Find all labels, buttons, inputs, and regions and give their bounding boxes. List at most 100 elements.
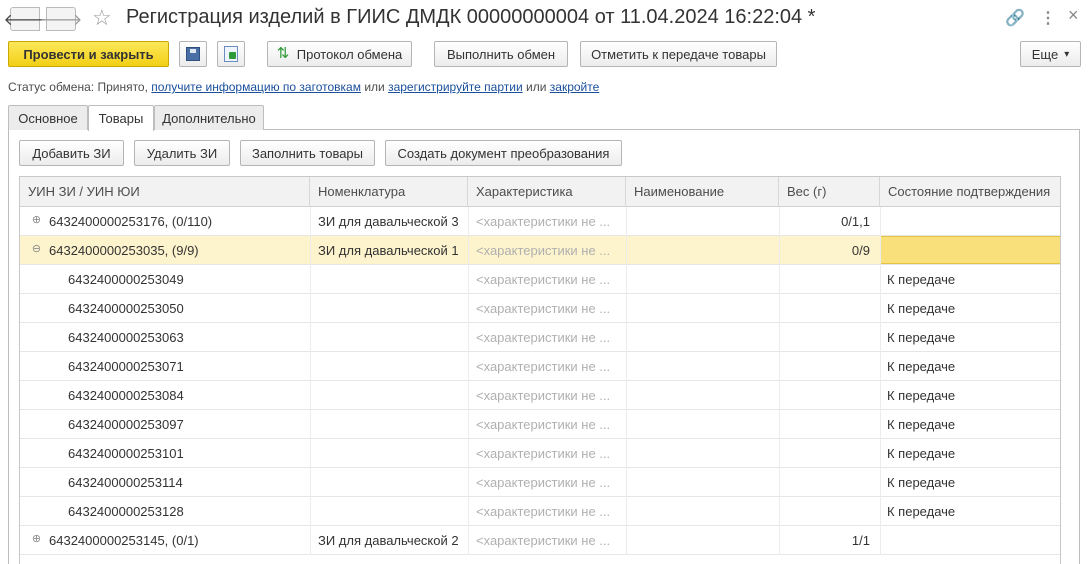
favorite-star-icon[interactable]: ☆ — [92, 5, 112, 31]
post-and-close-button[interactable]: Провести и закрыть — [8, 41, 169, 67]
column-header-nomenclature[interactable]: Номенклатура — [310, 177, 468, 207]
cell-confirmation-status: К передаче — [887, 504, 956, 519]
register-batches-link[interactable]: зарегистрируйте партии — [388, 80, 523, 94]
column-header-name[interactable]: Наименование — [626, 177, 779, 207]
cell-uin: 6432400000253101 — [68, 446, 184, 461]
cell-name — [634, 236, 774, 265]
cell-confirmation-status: К передаче — [887, 301, 956, 316]
table-row[interactable]: 6432400000253063 <характеристики не ... К … — [20, 323, 1060, 352]
column-header-confirmation-status[interactable]: Состояние подтверждения — [880, 177, 1060, 207]
column-divider — [468, 294, 469, 323]
get-blanks-info-link[interactable]: получите информацию по заготовкам — [151, 80, 361, 94]
expand-icon[interactable]: ⊕ — [31, 215, 42, 226]
more-actions-label: Еще — [1031, 46, 1059, 62]
table-row[interactable]: 6432400000253128 <характеристики не ... К … — [20, 497, 1060, 526]
column-divider — [779, 439, 780, 468]
column-divider — [779, 323, 780, 352]
add-zi-button[interactable]: Добавить ЗИ — [19, 140, 124, 166]
column-divider — [626, 468, 627, 497]
cell-nomenclature: ЗИ для давальческой 1 — [318, 243, 459, 258]
post-document-icon — [224, 46, 238, 62]
fill-goods-button[interactable]: Заполнить товары — [240, 140, 375, 166]
cell-weight: 0/1,1 — [841, 214, 870, 229]
collapse-icon[interactable]: ⊖ — [31, 244, 42, 255]
cell-nomenclature — [318, 468, 463, 497]
column-divider — [880, 207, 881, 236]
back-button[interactable]: 🡐 — [4, 7, 46, 31]
table-row[interactable]: ⊕ 6432400000253176, (0/110) ЗИ для давальч… — [20, 207, 1060, 236]
cell-uin: 6432400000253050 — [68, 301, 184, 316]
cell-weight — [784, 497, 870, 526]
table-row[interactable]: ⊖ 6432400000253035, (9/9) ЗИ для давальчес… — [20, 236, 1060, 265]
cell-uin: 6432400000253097 — [68, 417, 184, 432]
column-divider — [779, 352, 780, 381]
table-header: УИН ЗИ / УИН ЮИ Номенклатура Характерист… — [20, 177, 1060, 207]
column-divider — [468, 497, 469, 526]
table-row[interactable]: 6432400000253050 <характеристики не ... К … — [20, 294, 1060, 323]
mark-for-transfer-button[interactable]: Отметить к передаче товары — [580, 41, 777, 67]
column-divider — [310, 236, 311, 265]
delete-zi-button[interactable]: Удалить ЗИ — [134, 140, 230, 166]
forward-button[interactable]: 🡒 — [40, 7, 82, 31]
column-header-weight[interactable]: Вес (г) — [779, 177, 880, 207]
table-row[interactable]: 6432400000253114 <характеристики не ... К … — [20, 468, 1060, 497]
perform-exchange-button[interactable]: Выполнить обмен — [434, 41, 568, 67]
cell-uin: 6432400000253063 — [68, 330, 184, 345]
goods-table[interactable]: УИН ЗИ / УИН ЮИ Номенклатура Характерист… — [19, 176, 1061, 564]
post-button[interactable] — [217, 41, 245, 67]
cell-uin: 6432400000253114 — [68, 475, 183, 490]
more-icon[interactable]: ⋮ — [1040, 8, 1056, 28]
status-prefix: Статус обмена: Принято, — [8, 80, 148, 94]
cell-name — [634, 439, 774, 468]
column-divider — [468, 207, 469, 236]
column-header-uin[interactable]: УИН ЗИ / УИН ЮИ — [20, 177, 310, 207]
tab-goods[interactable]: Товары — [88, 105, 154, 131]
close-icon[interactable]: × — [1068, 5, 1079, 26]
create-conversion-doc-button[interactable]: Создать документ преобразования — [385, 140, 622, 166]
more-actions-button[interactable]: Еще ▾ — [1020, 41, 1081, 67]
exchange-protocol-button[interactable]: Протокол обмена — [267, 41, 412, 67]
column-divider — [468, 265, 469, 294]
column-divider — [626, 207, 627, 236]
table-row[interactable]: 6432400000253084 <характеристики не ... К … — [20, 381, 1060, 410]
column-divider — [880, 265, 881, 294]
cell-characteristic: <характеристики не ... — [476, 475, 611, 490]
tab-additional[interactable]: Дополнительно — [154, 105, 264, 130]
cell-uin: 6432400000253035, (9/9) — [49, 243, 199, 258]
table-row[interactable]: 6432400000253049 <характеристики не ... К … — [20, 265, 1060, 294]
cell-characteristic: <характеристики не ... — [476, 301, 611, 316]
cell-uin: 6432400000253128 — [68, 504, 184, 519]
tab-main[interactable]: Основное — [8, 105, 88, 130]
cell-uin: 6432400000253176, (0/110) — [49, 214, 213, 229]
cell-confirmation-status — [887, 526, 1057, 555]
save-button[interactable] — [179, 41, 207, 67]
exchange-protocol-label: Протокол обмена — [296, 46, 403, 62]
expand-icon[interactable]: ⊕ — [31, 534, 42, 545]
close-link[interactable]: закройте — [550, 80, 600, 94]
link-icon[interactable]: 🔗 — [1005, 8, 1025, 28]
cell-name — [634, 294, 774, 323]
table-row[interactable]: ⊕ 6432400000253145, (0/1) ЗИ для давальчес… — [20, 526, 1060, 555]
table-row[interactable]: 6432400000253097 <характеристики не ... К … — [20, 410, 1060, 439]
column-divider — [880, 468, 881, 497]
cell-confirmation-status: К передаче — [887, 388, 956, 403]
cell-characteristic: <характеристики не ... — [476, 388, 611, 403]
cell-characteristic: <характеристики не ... — [476, 243, 611, 258]
cell-characteristic: <характеристики не ... — [476, 272, 611, 287]
column-divider — [779, 236, 780, 265]
column-divider — [626, 323, 627, 352]
cell-confirmation-status — [887, 236, 1057, 265]
column-divider — [626, 526, 627, 555]
column-divider — [626, 497, 627, 526]
column-divider — [880, 439, 881, 468]
column-divider — [468, 236, 469, 265]
cell-nomenclature — [318, 497, 463, 526]
exchange-protocol-icon — [277, 44, 291, 62]
column-divider — [468, 439, 469, 468]
table-row[interactable]: 6432400000253101 <характеристики не ... К … — [20, 439, 1060, 468]
table-row[interactable]: 6432400000253071 <характеристики не ... К … — [20, 352, 1060, 381]
cell-characteristic: <характеристики не ... — [476, 214, 611, 229]
cell-uin: 6432400000253049 — [68, 272, 184, 287]
column-header-characteristic[interactable]: Характеристика — [468, 177, 626, 207]
cell-name — [634, 265, 774, 294]
